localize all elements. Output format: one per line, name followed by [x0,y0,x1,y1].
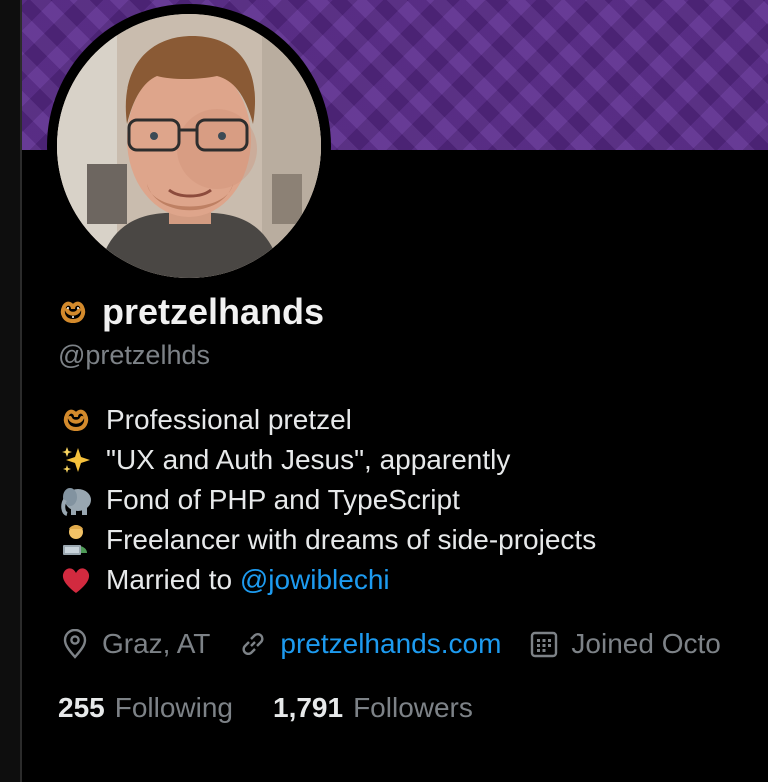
location-text: Graz, AT [102,628,211,659]
left-edge-divider [0,0,22,782]
followers-link[interactable]: 1,791 Followers [273,692,473,724]
bio-line: Professional pretzel [58,400,758,440]
pretzel-icon [58,402,94,438]
bio-text: Freelancer with dreams of side-projects [106,524,597,555]
heart-icon [58,562,94,598]
avatar[interactable] [57,14,321,278]
bio-line: Married to @jowiblechi [58,560,758,600]
profile-stats: 255 Following 1,791 Followers [58,688,513,728]
bio-line: Fond of PHP and TypeScript [58,480,758,520]
display-name-text: pretzelhands [102,291,325,332]
profile-bio: Professional pretzel "UX and Auth Jesus"… [58,400,758,600]
bio-text: Professional pretzel [106,404,352,435]
following-link[interactable]: 255 Following [58,692,233,724]
following-count: 255 [58,692,105,723]
website-item[interactable]: pretzelhands.com [236,627,501,661]
bio-line: Freelancer with dreams of side-projects [58,520,758,560]
following-label: Following [114,692,233,723]
joined-item: Joined Octo [527,627,721,661]
mention-link[interactable]: @jowiblechi [240,564,390,596]
pretzel-icon [58,297,88,327]
website-link[interactable]: pretzelhands.com [280,628,501,660]
sparkles-icon [58,442,94,478]
link-icon [236,627,270,661]
profile-meta: Graz, AT pretzelhands.com Joined Octo [58,622,768,666]
bio-text: "UX and Auth Jesus", apparently [106,444,511,475]
profile-handle: @pretzelhds [58,340,210,370]
bio-line: "UX and Auth Jesus", apparently [58,440,758,480]
bio-text: Fond of PHP and TypeScript [106,484,460,515]
location-item: Graz, AT [58,627,210,661]
followers-count: 1,791 [273,692,344,723]
location-pin-icon [58,627,92,661]
bio-text: Married to [106,564,240,595]
joined-text: Joined Octo [571,628,721,659]
technologist-icon [58,522,94,558]
calendar-icon [527,627,561,661]
followers-label: Followers [353,692,473,723]
profile-display-name: pretzelhands [58,291,325,332]
elephant-icon [58,482,94,518]
